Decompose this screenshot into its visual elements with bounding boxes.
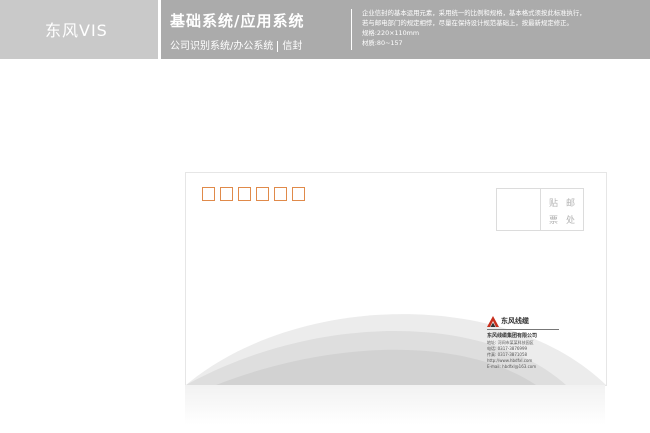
description-line: 企业信封的基本运用元素，采用统一的比例和规格，基本格式须按此标准执行， bbox=[362, 9, 586, 17]
postcode-box bbox=[274, 187, 287, 201]
postcode-box bbox=[292, 187, 305, 201]
logo-name: 东风线缆 bbox=[501, 317, 529, 325]
postcode-box bbox=[220, 187, 233, 201]
company-logo-icon bbox=[487, 316, 499, 327]
page-title: 基础系统/应用系统 bbox=[170, 12, 305, 30]
envelope-reflection bbox=[185, 385, 605, 425]
description: 企业信封的基本运用元素，采用统一的比例和规格，基本格式须按此标准执行， 若与邮电… bbox=[362, 8, 647, 48]
company-name: 东风线缆集团有限公司 bbox=[487, 333, 538, 339]
breadcrumb-section: 公司识别系统/办公系统 bbox=[170, 41, 274, 52]
brand-title: 东风VIS bbox=[45, 21, 108, 40]
company-rule bbox=[487, 329, 559, 330]
breadcrumb-separator bbox=[277, 40, 279, 52]
postcode-box bbox=[238, 187, 251, 201]
address-line: E-mail: hbdfxl@163.com bbox=[487, 364, 537, 369]
description-line: 若与邮电部门的规定相悖，尽量在保持设计规范基础上，按最新规定修正。 bbox=[362, 19, 573, 27]
description-separator bbox=[351, 9, 352, 50]
envelope: 贴邮 票处 东风线缆 东风线缆集团有限公司 地址: 河间市某某科技园区 电话: … bbox=[185, 172, 607, 386]
breadcrumb-current: 信封 bbox=[282, 41, 303, 52]
stamp-label-line1: 贴邮 bbox=[549, 199, 584, 209]
description-line: 材质:80~157 bbox=[362, 39, 403, 47]
stamp-area: 贴邮 票处 bbox=[496, 188, 584, 231]
postcode-box bbox=[202, 187, 215, 201]
breadcrumb: 公司识别系统/办公系统 信封 bbox=[170, 37, 302, 52]
address-line: http://www.hbdfxl.com bbox=[487, 358, 533, 363]
description-line: 规格:220×110mm bbox=[362, 29, 420, 37]
postcode-box bbox=[256, 187, 269, 201]
brand-area: 东风VIS bbox=[0, 0, 158, 59]
stamp-label-line2: 票处 bbox=[549, 216, 584, 226]
postcode-boxes bbox=[202, 187, 305, 201]
header-divider bbox=[158, 0, 161, 59]
